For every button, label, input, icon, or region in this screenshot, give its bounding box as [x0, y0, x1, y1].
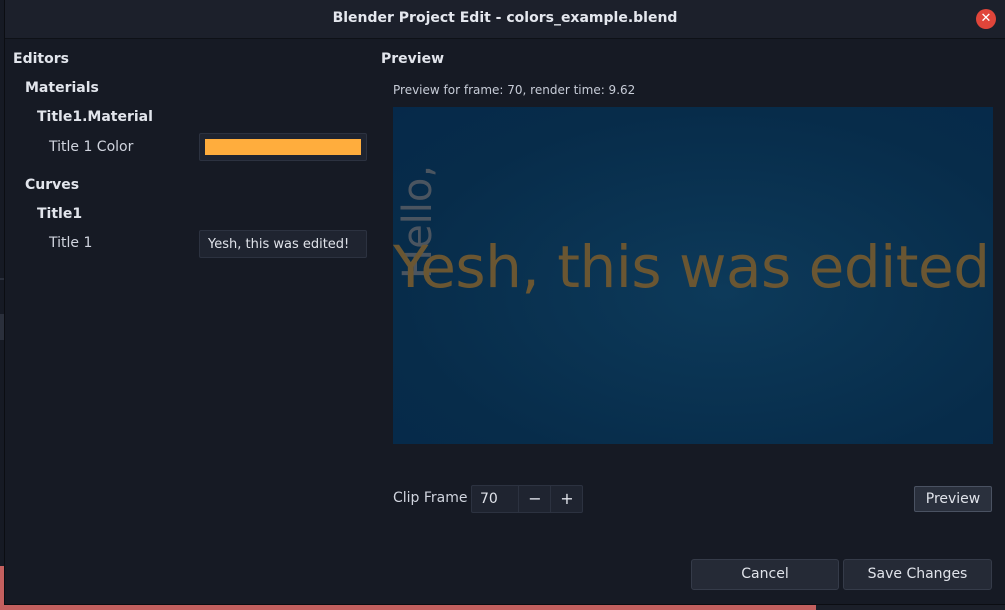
preview-render-image: Hello, Yesh, this was edited!: [393, 107, 993, 444]
title-bar: Blender Project Edit - colors_example.bl…: [5, 0, 1005, 39]
title-color-label: Title 1 Color: [49, 139, 134, 155]
save-changes-button[interactable]: Save Changes: [843, 559, 992, 590]
preview-button[interactable]: Preview: [914, 486, 992, 512]
title-text-input[interactable]: [199, 230, 367, 258]
clip-frame-label: Clip Frame: [393, 490, 468, 506]
project-edit-dialog: Blender Project Edit - colors_example.bl…: [5, 0, 1005, 604]
curves-heading: Curves: [25, 177, 80, 193]
preview-heading: Preview: [381, 51, 445, 67]
curve-group-title: Title1: [37, 206, 83, 222]
title-text-label: Title 1: [49, 235, 93, 251]
increment-button[interactable]: +: [550, 486, 583, 512]
materials-heading: Materials: [25, 80, 99, 96]
plus-icon: +: [560, 489, 574, 508]
title-color-picker[interactable]: [199, 133, 367, 161]
render-main-text: Yesh, this was edited!: [393, 233, 993, 301]
clip-frame-stepper: − +: [471, 485, 583, 513]
window-title: Blender Project Edit - colors_example.bl…: [332, 10, 678, 26]
clip-frame-input[interactable]: [472, 486, 518, 512]
cancel-button[interactable]: Cancel: [691, 559, 839, 590]
color-swatch-fill: [205, 139, 361, 155]
minus-icon: −: [528, 489, 542, 508]
editors-heading: Editors: [13, 51, 69, 67]
preview-info-text: Preview for frame: 70, render time: 9.62: [393, 83, 636, 97]
material-group-title: Title1.Material: [37, 109, 153, 125]
close-button[interactable]: ✕: [976, 9, 996, 29]
close-icon: ✕: [980, 11, 992, 26]
decrement-button[interactable]: −: [518, 486, 551, 512]
